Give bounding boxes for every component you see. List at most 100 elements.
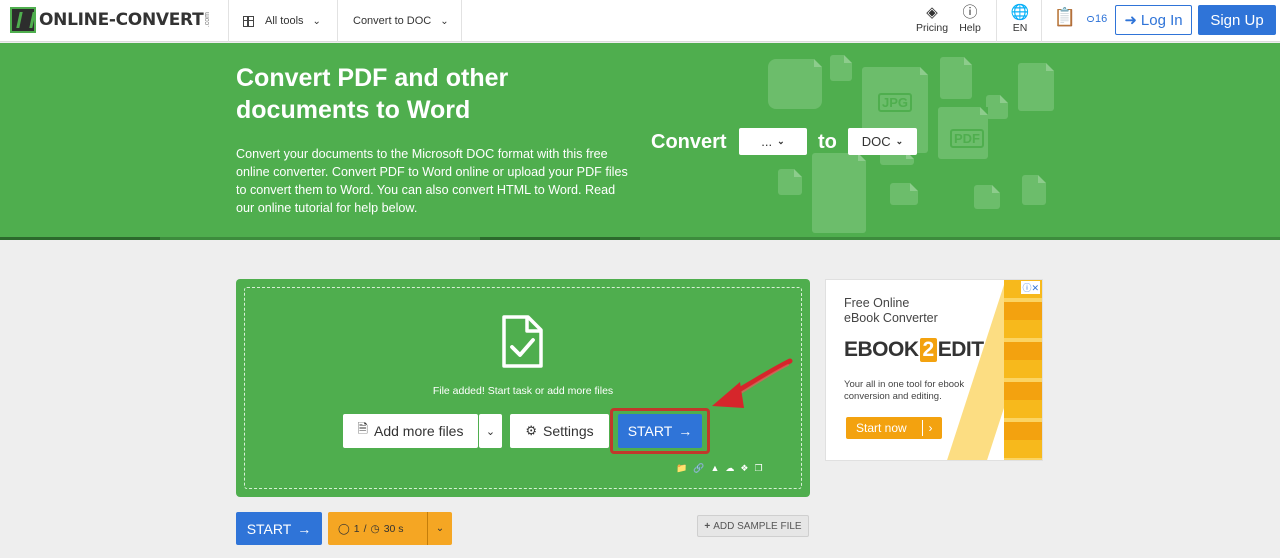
- help-button[interactable]: ⓘ Help: [949, 4, 991, 38]
- doc-bg-icon: [778, 169, 802, 195]
- email-bg-icon: [768, 59, 822, 109]
- link-icon[interactable]: 🔗: [693, 463, 704, 474]
- ad-decor: [1004, 280, 1042, 460]
- ad-brand-part: EBOOK: [844, 338, 919, 361]
- nav-divider: [996, 0, 997, 42]
- to-label: to: [818, 131, 837, 153]
- ad-headline-line2: eBook Converter: [844, 311, 938, 325]
- signup-button[interactable]: Sign Up: [1198, 5, 1276, 35]
- onedrive-icon[interactable]: ☁: [725, 463, 734, 474]
- nav-divider: [337, 0, 338, 42]
- globe-icon: 🌐: [1010, 4, 1030, 21]
- from-format-value: ...: [761, 134, 773, 149]
- chevron-down-icon: ⌄: [777, 136, 785, 146]
- language-button[interactable]: 🌐 EN: [999, 4, 1041, 38]
- jpg-bg-label: JPG: [878, 93, 913, 112]
- question-circle-icon: ⓘ: [962, 4, 978, 21]
- ebook-ad-banner[interactable]: Free Online eBook Converter EBOOK 2 EDIT Y…: [825, 279, 1043, 461]
- coin-icon: ◯: [338, 522, 350, 535]
- doc-bg-icon: [830, 55, 852, 81]
- add-sample-file-button[interactable]: + ADD SAMPLE FILE: [697, 515, 809, 537]
- language-label: EN: [1012, 22, 1028, 34]
- add-more-files-label: Add more files: [373, 423, 464, 439]
- credits-counter[interactable]: 16: [1087, 13, 1107, 25]
- settings-label: Settings: [543, 423, 594, 439]
- add-files-dropdown-button[interactable]: ⌄: [479, 414, 502, 448]
- all-tools-label: All tools: [265, 15, 304, 27]
- page-title: Convert PDF and other documents to Word: [236, 64, 509, 124]
- ad-headline: Free Online eBook Converter: [844, 296, 938, 326]
- from-format-select[interactable]: ... ⌄: [739, 128, 807, 155]
- sign-in-icon: ➜: [1124, 12, 1137, 29]
- image-bg-icon: [940, 57, 972, 99]
- arrow-right-icon: →: [297, 520, 312, 537]
- chevron-right-icon: ›: [922, 420, 938, 436]
- logo-suffix: .com: [204, 12, 212, 28]
- arrow-right-icon: →: [678, 423, 693, 439]
- chart-doc-bg-icon: [812, 153, 866, 233]
- clock-icon: ◷: [370, 522, 380, 535]
- ad-start-now-button[interactable]: Start now ›: [846, 417, 942, 439]
- gears-icon: ⚙: [525, 423, 538, 438]
- all-tools-menu[interactable]: All tools ⌄: [243, 0, 321, 42]
- login-label: Log In: [1140, 11, 1183, 29]
- clipboard-clock-icon: 📋: [1053, 7, 1077, 27]
- tag-icon: ◈: [926, 4, 938, 21]
- start-label: START: [246, 520, 292, 537]
- signup-label: Sign Up: [1210, 11, 1264, 29]
- annotation-arrow-icon: [712, 358, 793, 408]
- pricing-label: Pricing: [915, 22, 949, 34]
- help-label: Help: [959, 22, 981, 34]
- chevron-down-icon: ⌄: [485, 425, 496, 438]
- logo-mark-icon: [10, 7, 36, 33]
- pdf-bg-label: PDF: [950, 129, 984, 148]
- nav-divider: [228, 0, 229, 42]
- start-button-secondary[interactable]: START →: [236, 512, 322, 545]
- ad-headline-line1: Free Online: [844, 296, 910, 310]
- doc-bg-icon: [890, 183, 918, 205]
- history-button[interactable]: 📋: [1044, 8, 1086, 42]
- logo-text: ONLINE-CONVERT: [39, 10, 204, 30]
- folder-icon[interactable]: 📁: [676, 463, 687, 474]
- chevron-down-icon: ⌄: [440, 15, 449, 27]
- to-format-select[interactable]: DOC ⌄: [848, 128, 917, 155]
- add-sample-file-label: ADD SAMPLE FILE: [713, 520, 802, 532]
- plus-icon: +: [704, 520, 711, 532]
- top-navbar: ONLINE-CONVERT .com All tools ⌄ Convert …: [0, 0, 1280, 42]
- ad-brand-logo: EBOOK 2 EDIT: [844, 338, 984, 362]
- credits-dropdown-button[interactable]: ⌄: [427, 512, 452, 545]
- chevron-down-icon: ⌄: [895, 136, 904, 146]
- upload-sources: 📁 🔗 ▲ ☁ ❖ ❐: [676, 463, 763, 474]
- add-more-files-button[interactable]: 🗎 Add more files: [343, 414, 478, 448]
- ad-brand-part: EDIT: [937, 338, 984, 361]
- conversion-credits-pill: ◯ 1 / ◷ 30 s ⌄: [328, 512, 452, 545]
- page-description: Convert your documents to the Microsoft …: [236, 147, 628, 215]
- doc-bg-icon: [974, 185, 1000, 209]
- convert-to-menu[interactable]: Convert to DOC ⌄: [353, 0, 449, 42]
- ad-cta-label: Start now: [856, 421, 907, 435]
- doc-bg-icon: [986, 95, 1008, 119]
- ad-tagline: Your all in one tool for ebook conversio…: [844, 379, 965, 402]
- chart-bg-icon: [1018, 63, 1054, 111]
- nav-divider: [1041, 0, 1042, 42]
- start-label: START: [627, 423, 673, 439]
- settings-button[interactable]: ⚙ Settings: [510, 414, 609, 448]
- start-button[interactable]: START →: [618, 414, 702, 448]
- separator: /: [363, 522, 367, 535]
- google-drive-icon[interactable]: ▲: [710, 463, 719, 474]
- clipboard-icon[interactable]: ❐: [754, 463, 762, 474]
- hero-bottom-stripe: [0, 237, 1280, 240]
- pricing-button[interactable]: ◈ Pricing: [911, 4, 953, 38]
- login-button[interactable]: ➜ Log In: [1115, 5, 1192, 35]
- nav-divider: [461, 0, 462, 42]
- hero-banner: JPG PDF: [0, 43, 1280, 240]
- ad-close-icon[interactable]: ⓘ✕: [1021, 281, 1040, 294]
- chevron-down-icon: ⌄: [312, 15, 321, 27]
- file-check-icon: [502, 315, 543, 368]
- credit-cost: ◯ 1 / ◷ 30 s: [338, 523, 404, 535]
- logo[interactable]: ONLINE-CONVERT .com: [10, 7, 211, 33]
- coin-icon: [1087, 16, 1094, 22]
- credit-time: 30 s: [383, 522, 404, 535]
- convert-to-label: Convert to DOC: [353, 15, 432, 27]
- dropbox-icon[interactable]: ❖: [740, 463, 748, 474]
